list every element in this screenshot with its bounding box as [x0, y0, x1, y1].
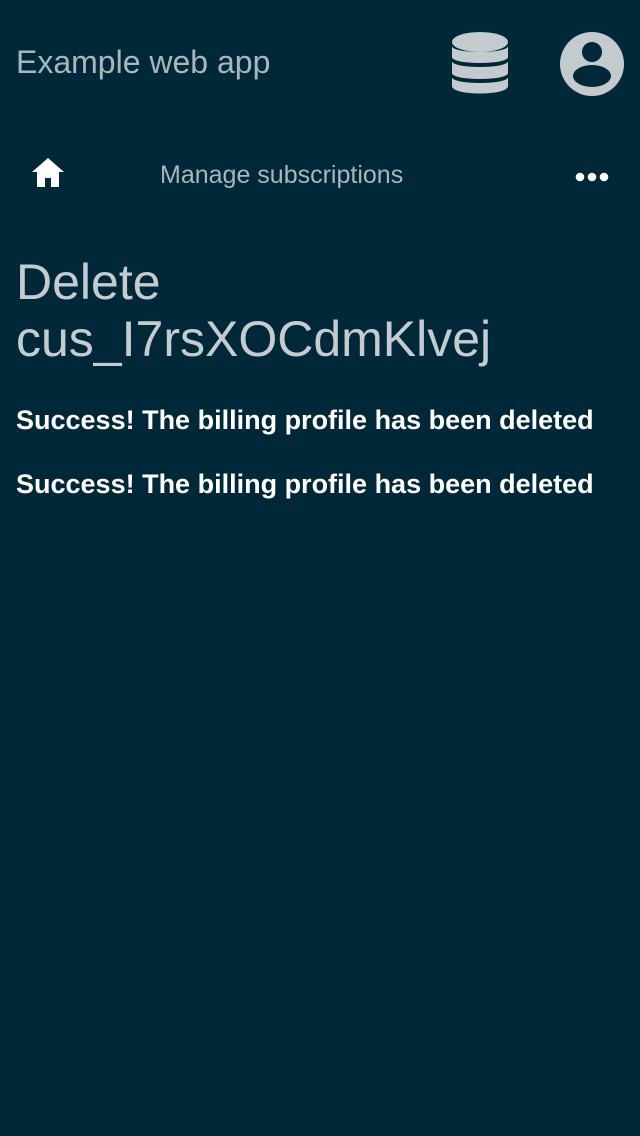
account-icon[interactable] — [558, 30, 626, 98]
home-icon[interactable] — [28, 154, 68, 194]
app-title[interactable]: Example web app — [16, 42, 270, 82]
success-message: Success! The billing profile has been de… — [16, 405, 594, 435]
page-title: Delete cus_I7rsXOCdmKlvej — [16, 254, 492, 367]
nav-bar: Manage subscriptions — [0, 140, 640, 212]
message-list: Success! The billing profile has been de… — [16, 404, 616, 532]
app-header: Example web app — [0, 0, 640, 124]
database-icon[interactable] — [448, 30, 512, 98]
more-horizontal-icon[interactable] — [572, 162, 612, 192]
nav-title: Manage subscriptions — [160, 161, 404, 189]
success-message: Success! The billing profile has been de… — [16, 469, 594, 499]
